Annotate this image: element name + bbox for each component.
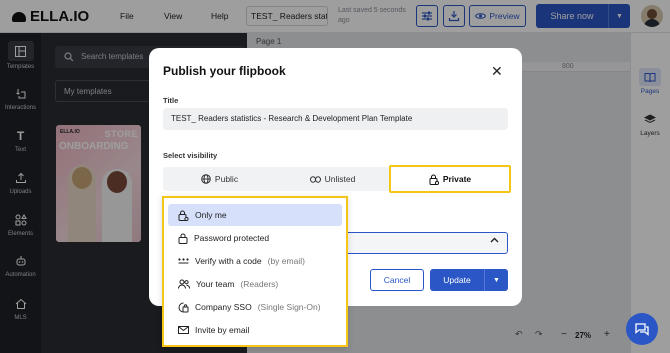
public-label: Public — [214, 174, 239, 184]
close-icon[interactable]: ✕ — [491, 63, 503, 80]
padlock-icon — [178, 233, 188, 244]
dropdown-item-only-me[interactable]: Only me — [168, 204, 342, 226]
dropdown-item-label: Company SSO — [195, 302, 252, 312]
update-button[interactable]: Update ▼ — [430, 269, 508, 291]
dropdown-item-verify-code[interactable]: Verify with a code (by email) — [168, 250, 342, 272]
dropdown-item-label: Invite by email — [195, 325, 250, 335]
title-field-label: Title — [163, 96, 179, 105]
private-label: Private — [442, 174, 472, 184]
sso-icon — [178, 302, 189, 312]
dropdown-item-hint: (by email) — [267, 256, 305, 266]
lock-person-icon — [178, 210, 189, 221]
dropdown-item-hint: (Single Sign-On) — [257, 302, 321, 312]
unlisted-label: Unlisted — [324, 174, 356, 184]
dialog-title: Publish your flipbook — [163, 64, 286, 78]
visibility-label: Select visibility — [163, 151, 218, 160]
update-label: Update — [443, 275, 471, 285]
dropdown-item-label: Password protected — [194, 233, 270, 243]
dropdown-item-label: Only me — [195, 210, 227, 220]
envelope-icon — [178, 326, 189, 334]
dropdown-item-company-sso[interactable]: Company SSO (Single Sign-On) — [168, 296, 342, 318]
code-dots-icon — [178, 258, 189, 264]
team-icon — [178, 279, 190, 289]
lock-icon — [429, 174, 439, 185]
visibility-private-option[interactable]: Private — [389, 165, 511, 193]
dropdown-item-label: Verify with a code — [195, 256, 262, 266]
title-input[interactable]: TEST_ Readers statistics - Research & De… — [163, 108, 508, 130]
visibility-public-option[interactable]: Public — [163, 167, 276, 191]
private-access-select[interactable] — [344, 232, 508, 254]
link-icon — [309, 175, 321, 183]
globe-icon — [201, 174, 211, 184]
dropdown-item-label: Your team — [196, 279, 235, 289]
chat-icon — [635, 322, 649, 336]
chat-support-button[interactable] — [626, 313, 658, 345]
dropdown-item-your-team[interactable]: Your team (Readers) — [168, 273, 342, 295]
dropdown-item-hint: (Readers) — [240, 279, 279, 289]
cancel-button[interactable]: Cancel — [370, 269, 424, 291]
visibility-unlisted-option[interactable]: Unlisted — [276, 167, 389, 191]
chevron-up-icon[interactable] — [490, 237, 499, 243]
dropdown-item-password[interactable]: Password protected — [168, 227, 342, 249]
chevron-down-icon[interactable]: ▼ — [485, 277, 508, 284]
dropdown-item-invite-email[interactable]: Invite by email — [168, 319, 342, 341]
